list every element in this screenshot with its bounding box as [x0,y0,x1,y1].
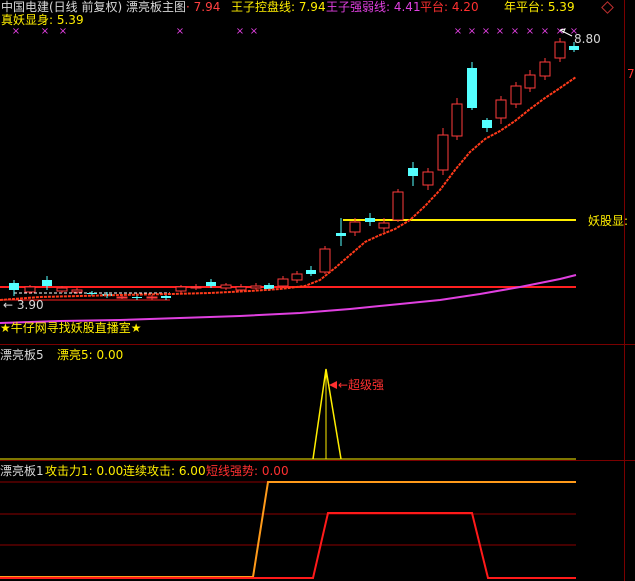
panel2-title: 漂亮板5 [0,348,44,362]
signal-x-icon: × [511,26,519,37]
signal-x-icon: × [468,26,476,37]
candle-body [408,168,418,176]
candle-body [132,297,142,298]
candle-body [235,286,247,291]
low-price-label: ← 3.90 [3,298,44,312]
signal-x-icon: × [59,26,67,37]
continuous-attack-label: 连续攻击: 6.00 [123,464,206,478]
candle-body [569,46,579,50]
candle-body [9,283,19,290]
candle-body [56,287,68,292]
candle-body [437,134,449,171]
candle-body [175,286,187,292]
panel3-title: 漂亮板1 [0,464,44,478]
signal-x-icon: × [496,26,504,37]
signal-x-icon: × [250,26,258,37]
signal-x-icon: × [236,26,244,37]
candles [9,38,579,300]
candle-body [220,284,232,289]
candle-body [161,296,171,298]
signal-x-icon: × [41,26,49,37]
signal-marks: × × × × × × × × × × × × × × × [12,26,578,37]
candle-body [264,285,274,289]
candle-body [250,285,262,289]
attack-line [0,481,576,578]
footer-banner: ★牛仔网寻找妖股直播室★ [0,321,142,335]
super-strong-annotation: ←超级强 [338,378,385,392]
candle-body [146,296,158,299]
yaogu-label: 妖股显: [588,214,629,228]
candle-body [392,191,404,221]
signal-x-icon: × [176,26,184,37]
right-axis-tick: 7 [627,67,635,81]
candle-body [378,222,390,229]
candle-body [349,221,361,233]
signal-x-icon: × [541,26,549,37]
candle-body [306,270,316,274]
candle-body [524,74,536,89]
candle-body [71,289,83,293]
candle-body [190,286,202,289]
kline-chart[interactable]: × × × × × × × × × × × × × × × [0,0,635,581]
candle-body [554,41,566,59]
candle-body [467,68,477,108]
candle-body [451,103,463,137]
candle-body [206,282,216,286]
candle-body [291,273,303,281]
signal-x-icon: × [12,26,20,37]
candle-body [319,248,331,273]
candle-body [24,286,36,293]
candle-body [336,233,346,236]
candle-body [277,278,289,287]
candle-body [87,293,97,294]
candle-body [495,99,507,119]
signal-x-icon: × [454,26,462,37]
candle-body [365,218,375,222]
ma-line [0,76,577,301]
candle-body [482,120,492,128]
signal-x-icon: × [482,26,490,37]
candle-body [116,296,128,299]
spike-arrow-icon [329,381,337,389]
candle-body [422,171,434,186]
candle-body [42,280,52,286]
high-price-label: 8.80 [574,32,601,46]
short-strength-label: 短线强势: 0.00 [206,464,289,478]
candle-body [510,85,522,105]
candle-body [539,61,551,77]
signal-x-icon: × [526,26,534,37]
panel2-value: 漂亮5: 0.00 [57,348,124,362]
attack-label: 攻击力1: 0.00 [45,464,124,478]
